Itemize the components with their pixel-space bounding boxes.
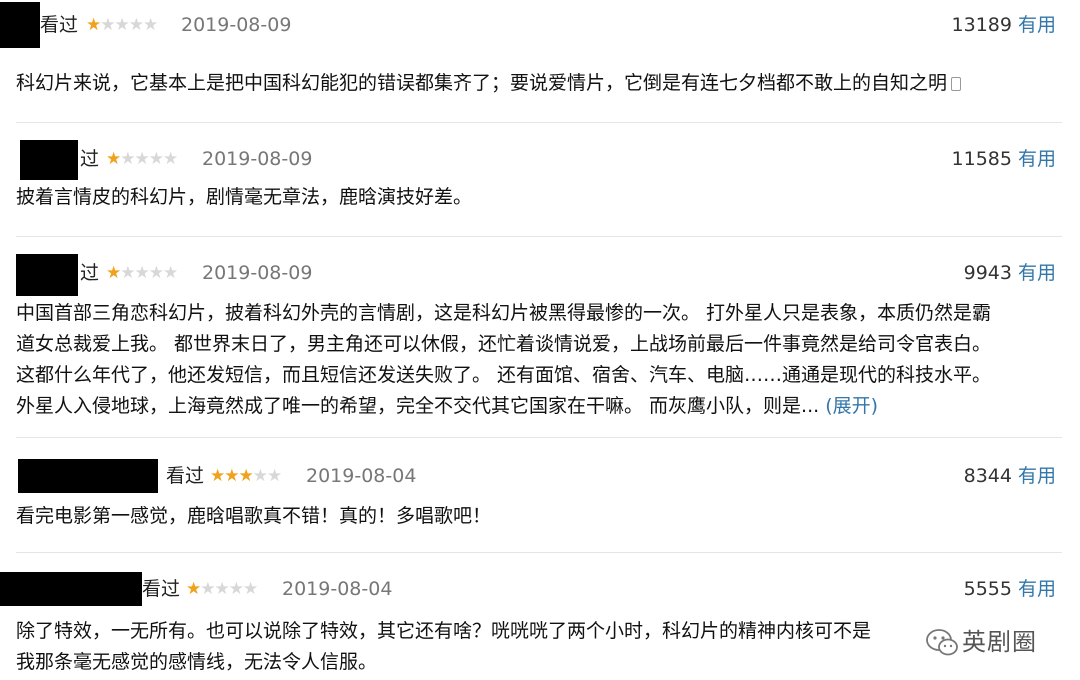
divider bbox=[16, 437, 1062, 438]
vote-count: 5555 bbox=[963, 578, 1012, 600]
useful-button[interactable]: 有用 bbox=[1018, 148, 1056, 170]
review-text: 中国首部三角恋科幻片，披着科幻外壳的言情剧，这是科幻片被黑得最惨的一次。 打外星… bbox=[16, 298, 1056, 422]
review-line: 道女总裁爱上我。 都世界末日了，男主角还可以休假，还忙着谈情说爱，上战场前最后一… bbox=[16, 333, 992, 355]
vote-count: 13189 bbox=[951, 14, 1012, 36]
vote-area: 13189 有用 bbox=[952, 12, 1056, 38]
redacted-username bbox=[0, 2, 40, 48]
review-date: 2019-08-04 bbox=[306, 465, 417, 487]
review-date: 2019-08-04 bbox=[282, 578, 393, 600]
divider bbox=[16, 552, 1062, 553]
phone-icon bbox=[951, 77, 962, 91]
review-line: 看完电影第一感觉，鹿晗唱歌真不错！真的！多唱歌吧！ bbox=[16, 505, 492, 527]
review-line: 科幻片来说，它基本上是把中国科幻能犯的错误都集齐了；要说爱情片，它倒是有连七夕档… bbox=[16, 72, 948, 94]
watermark-text: 英剧圈 bbox=[962, 628, 1037, 656]
review-text: 披着言情皮的科幻片，剧情毫无章法，鹿晗演技好差。 bbox=[16, 182, 1056, 213]
review-line: 披着言情皮的科幻片，剧情毫无章法，鹿晗演技好差。 bbox=[16, 186, 473, 208]
review-meta: 看过 ★★★★★ 2019-08-09 13189 有用 bbox=[0, 2, 1080, 48]
review-line: 除了特效，一无所有。也可以说除了特效，其它还有啥？咣咣咣了两个小时，科幻片的精神… bbox=[16, 620, 872, 642]
vote-area: 5555 有用 bbox=[964, 576, 1056, 602]
review-meta: 看过 ★★★★★ 2019-08-04 5555 有用 bbox=[0, 572, 1080, 606]
redacted-username bbox=[18, 459, 158, 493]
divider bbox=[16, 236, 1062, 237]
watch-status: 看过 bbox=[142, 578, 181, 600]
review-text: 除了特效，一无所有。也可以说除了特效，其它还有啥？咣咣咣了两个小时，科幻片的精神… bbox=[16, 616, 1056, 678]
rating-stars: ★★★★★ bbox=[86, 15, 158, 35]
watch-status: 过 bbox=[80, 262, 100, 284]
review-text: 科幻片来说，它基本上是把中国科幻能犯的错误都集齐了；要说爱情片，它倒是有连七夕档… bbox=[16, 68, 1056, 99]
watch-status: 看过 bbox=[40, 14, 79, 36]
expand-link[interactable]: (展开) bbox=[825, 395, 878, 417]
watch-status: 看过 bbox=[166, 465, 205, 487]
review-line: 我那条毫无感觉的感情线，无法令人信服。 bbox=[16, 651, 378, 673]
review-meta: 过 ★★★★★ 2019-08-09 9943 有用 bbox=[0, 254, 1080, 296]
vote-area: 8344 有用 bbox=[964, 463, 1056, 489]
vote-area: 9943 有用 bbox=[964, 260, 1056, 286]
review-line: 这都什么年代了，他还发短信，而且短信还发送失败了。 还有面馆、宿舍、汽车、电脑…… bbox=[16, 364, 992, 386]
review-date: 2019-08-09 bbox=[202, 262, 313, 284]
vote-area: 11585 有用 bbox=[952, 146, 1056, 172]
useful-button[interactable]: 有用 bbox=[1018, 578, 1056, 600]
rating-stars: ★★★★★ bbox=[106, 263, 178, 283]
wechat-icon bbox=[926, 629, 958, 656]
vote-count: 8344 bbox=[963, 465, 1012, 487]
rating-stars: ★★★★★ bbox=[210, 466, 282, 486]
rating-stars: ★★★★★ bbox=[186, 579, 258, 599]
review-date: 2019-08-09 bbox=[202, 148, 313, 170]
vote-count: 9943 bbox=[963, 262, 1012, 284]
divider bbox=[16, 122, 1062, 123]
review-meta: 过 ★★★★★ 2019-08-09 11585 有用 bbox=[0, 140, 1080, 180]
watch-status: 过 bbox=[80, 148, 100, 170]
review-meta: 看过 ★★★★★ 2019-08-04 8344 有用 bbox=[0, 459, 1080, 493]
redacted-username bbox=[20, 140, 78, 180]
review-line: 外星人入侵地球，上海竟然成了唯一的希望，完全不交代其它国家在干嘛。 而灰鹰小队，… bbox=[16, 395, 879, 417]
review-text: 看完电影第一感觉，鹿晗唱歌真不错！真的！多唱歌吧！ bbox=[16, 501, 1056, 532]
review-line: 中国首部三角恋科幻片，披着科幻外壳的言情剧，这是科幻片被黑得最惨的一次。 打外星… bbox=[16, 302, 992, 324]
review-date: 2019-08-09 bbox=[181, 14, 292, 36]
useful-button[interactable]: 有用 bbox=[1018, 465, 1056, 487]
redacted-username bbox=[16, 254, 78, 296]
vote-count: 11585 bbox=[951, 148, 1012, 170]
redacted-username bbox=[0, 572, 142, 606]
useful-button[interactable]: 有用 bbox=[1018, 262, 1056, 284]
useful-button[interactable]: 有用 bbox=[1018, 14, 1056, 36]
rating-stars: ★★★★★ bbox=[106, 149, 178, 169]
